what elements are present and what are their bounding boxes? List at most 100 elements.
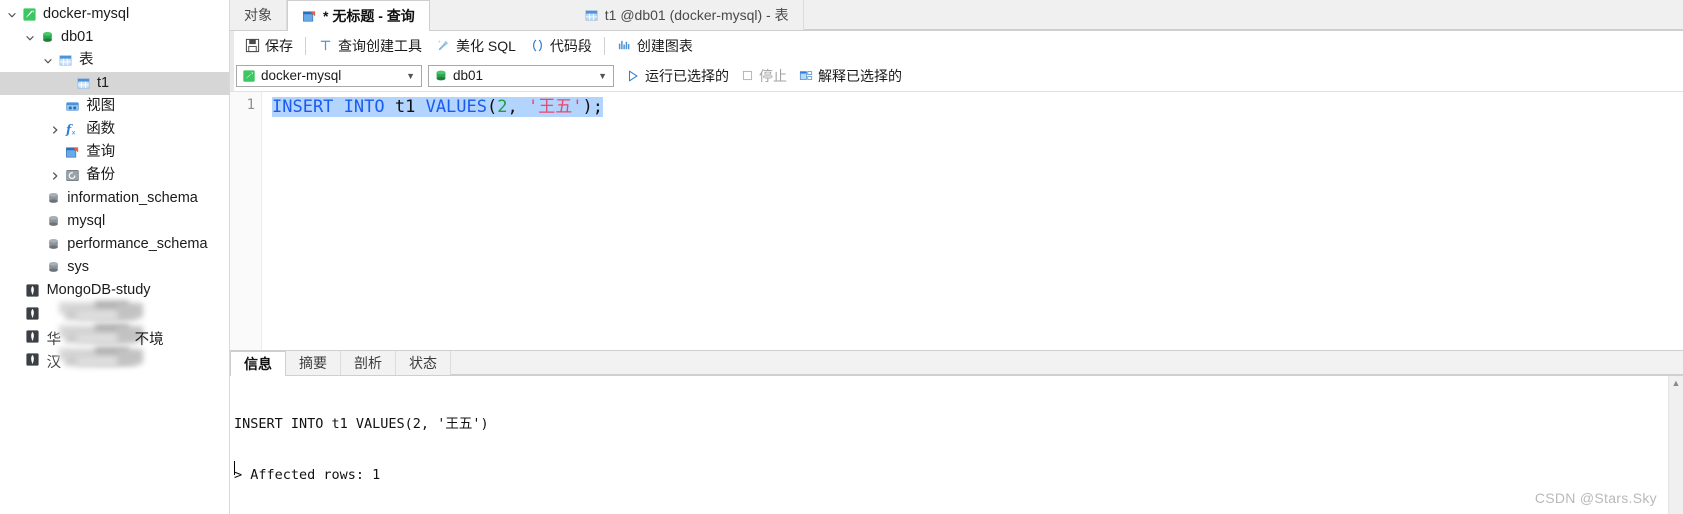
database-icon [44,214,62,230]
blur-patch [116,303,143,318]
sql-editor[interactable]: 1 INSERT INTO t1 VALUES(2, '王五'); [230,91,1683,350]
mongodb-connection-icon [24,306,42,322]
snippet-button[interactable]: 代码段 [523,35,599,57]
tab-strip-spacer [803,29,1683,30]
tab-info-label: 信息 [244,356,272,372]
connection-selector-row[interactable]: docker-mysql ▼ db01 ▼ 运行已选择的 停止 解释已选择的 [230,60,1683,91]
run-selected-button[interactable]: 运行已选择的 [620,65,735,87]
object-tree-sidebar[interactable]: docker-mysql db01 表 t1 视图 f x 函数查询备份 information… [0,0,230,514]
chevron-down-icon[interactable]: ▼ [406,71,419,81]
query-icon [302,9,317,24]
sql-semicolon: ; [592,97,603,117]
sql-space-1 [385,97,395,117]
tree-item-汉[interactable]: 汉 [0,347,229,371]
tree-item-db01[interactable]: db01 [0,26,229,49]
save-button[interactable]: 保存 [238,35,300,57]
tree-item-information_schema[interactable]: information_schema [0,187,229,210]
tree-item-sys[interactable]: sys [0,256,229,279]
chevron-down-icon[interactable] [4,10,20,20]
play-icon [626,69,640,83]
tree-item-视图[interactable]: 视图 [0,95,229,118]
database-value: db01 [453,68,484,83]
chevron-down-icon[interactable] [22,33,38,43]
tab-status[interactable]: 状态 [396,351,451,375]
beautify-sql-label: 美化 SQL [456,37,516,54]
chevron-down-icon[interactable] [40,56,56,66]
toolbar-separator [305,36,306,55]
sql-selection[interactable]: INSERT INTO t1 VALUES(2, '王五'); [272,97,603,117]
mongodb-connection-icon [24,329,42,345]
stop-icon [741,69,754,82]
chevron-right-icon[interactable] [47,125,63,135]
chevron-right-icon[interactable] [47,171,63,181]
tab-table-t1[interactable]: t1 @db01 (docker-mysql) - 表 [569,0,804,30]
tab-objects[interactable]: 对象 [230,0,287,30]
scroll-up-arrow-icon[interactable]: ▲ [1672,378,1681,388]
sql-code-area[interactable]: INSERT INTO t1 VALUES(2, '王五'); [262,92,1683,350]
create-chart-button[interactable]: 创建图表 [610,35,700,57]
tree-item-label: 备份 [86,167,116,184]
tab-info[interactable]: 信息 [230,351,286,376]
chevron-down-icon-2[interactable]: ▼ [598,71,611,81]
snippet-icon [530,38,545,53]
stop-button: 停止 [735,65,793,87]
tab-objects-label: 对象 [244,7,272,23]
tree-item-label: t1 [97,75,110,92]
tree-item-t1[interactable]: t1 [0,72,229,95]
query-toolbar[interactable]: 保存 查询创建工具 美化 SQL 代码段 创建图表 [230,31,1683,60]
tree-item-label: sys [67,259,90,276]
panel-edge-strip [230,31,234,91]
function-icon: fx [63,122,81,138]
save-icon [245,38,260,53]
database-icon [44,191,62,207]
tab-profile[interactable]: 剖析 [341,351,396,375]
database-select[interactable]: db01 ▼ [428,64,614,87]
query-icon [63,145,81,161]
explain-selected-button[interactable]: 解释已选择的 [793,65,908,87]
mysql-connection-icon [242,69,256,83]
tree-item-表[interactable]: 表 [0,49,229,72]
sql-identifier-table: t1 [394,97,416,117]
tree-item-performance_schema[interactable]: performance_schema [0,233,229,256]
tab-table-t1-label: t1 @db01 (docker-mysql) - 表 [604,7,789,23]
tree-item-label-blurred: 华不境 [47,324,177,348]
results-tab-strip[interactable]: 信息 摘要 剖析 状态 [230,351,1683,376]
tree-item-mysql[interactable]: mysql [0,210,229,233]
line-number-gutter: 1 [230,92,262,350]
tab-summary[interactable]: 摘要 [286,351,341,375]
mongodb-connection-icon [24,352,42,368]
tree-item-blurred-13[interactable] [0,301,229,325]
log-line: > Affected rows: 1 [234,467,381,483]
table-folder-icon [56,53,74,69]
sql-space-2 [415,97,425,117]
tree-item-label: docker-mysql [43,6,130,23]
blur-patch [76,334,117,343]
tab-profile-label: 剖析 [354,355,382,371]
sql-paren-open: ( [487,97,498,117]
tab-query-label: * 无标题 - 查询 [323,8,415,24]
sql-comma: , [507,97,528,117]
mysql-connection-icon [20,7,38,23]
text-caret [234,461,235,475]
query-builder-button[interactable]: 查询创建工具 [311,35,429,57]
message-log[interactable]: INSERT INTO t1 VALUES(2, '王五') > Affecte… [230,376,1668,514]
tree-item-备份[interactable]: 备份 [0,164,229,187]
table-icon [74,76,92,92]
beautify-icon [436,38,451,53]
results-vertical-scrollbar[interactable]: ▲ [1668,376,1683,514]
tree-item-docker-mysql[interactable]: docker-mysql [0,3,229,26]
tree-item-函数[interactable]: f x 函数 [0,118,229,141]
navicat-window: docker-mysql db01 表 t1 视图 f x 函数 查询 备份 information… [0,0,1683,514]
tree-item-华[interactable]: 华不境 [0,324,229,348]
tab-query[interactable]: * 无标题 - 查询 [287,0,430,31]
connection-value: docker-mysql [261,68,342,83]
tree-item-查询[interactable]: 查询 [0,141,229,164]
tree-item-label: 函数 [86,121,116,138]
tab-strip[interactable]: 对象 * 无标题 - 查询 t1 @db01 (docker-mysql) - … [230,0,1683,31]
results-body: INSERT INTO t1 VALUES(2, '王五') > Affecte… [230,376,1683,514]
table-icon [584,8,599,23]
beautify-sql-button[interactable]: 美化 SQL [429,35,523,57]
tree-item-mongodb-study[interactable]: MongoDB-study [0,279,229,302]
stop-label: 停止 [759,67,787,84]
connection-select[interactable]: docker-mysql ▼ [236,64,422,87]
